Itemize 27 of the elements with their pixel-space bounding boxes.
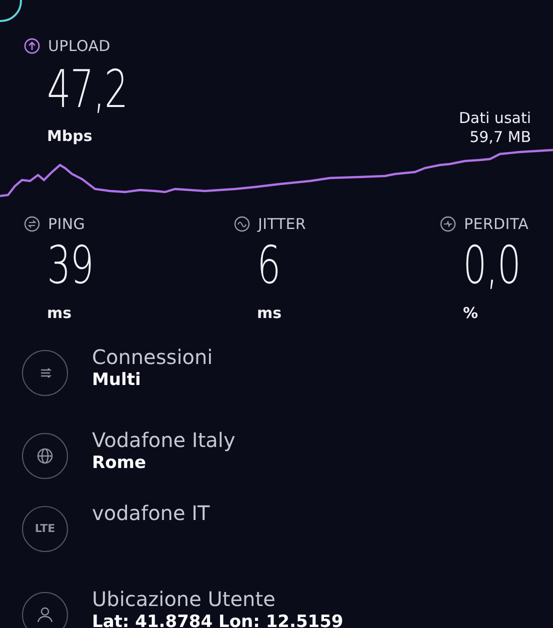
loss-unit: % [462,306,480,321]
detail-title: Ubicazione Utente [92,587,276,611]
jitter-unit: ms [256,306,283,321]
detail-title: vodafone IT [92,501,210,525]
network-type-badge: LTE [22,506,68,552]
detail-value: Rome [92,452,148,474]
ping-value: 39 [47,240,94,292]
ping-unit: ms [46,306,73,321]
upload-speed: 47,2 [47,64,128,116]
detail-title: Vodafone Italy [92,428,236,452]
user-icon [35,605,55,625]
unit-label: Mbps [46,129,94,144]
jitter-value: 6 [257,240,280,292]
upload-label: UPLOAD [48,38,110,54]
detail-value: Lat: 41.8784 Lon: 12.5159 [92,611,344,628]
loss-value: 0,0 [463,240,520,292]
arrows-icon [24,216,40,232]
data-used-label: Dati usati [458,109,531,128]
wave-icon [234,216,250,232]
jitter-label: JITTER [258,216,306,232]
detail-title: Connessioni [92,345,213,369]
data-used-value: 59,7 MB [470,128,531,147]
ping-label: PING [48,216,86,232]
detail-value: Multi [92,369,142,391]
globe-icon [35,446,55,466]
loss-label: PERDITA [464,216,529,232]
pulse-icon [440,216,456,232]
